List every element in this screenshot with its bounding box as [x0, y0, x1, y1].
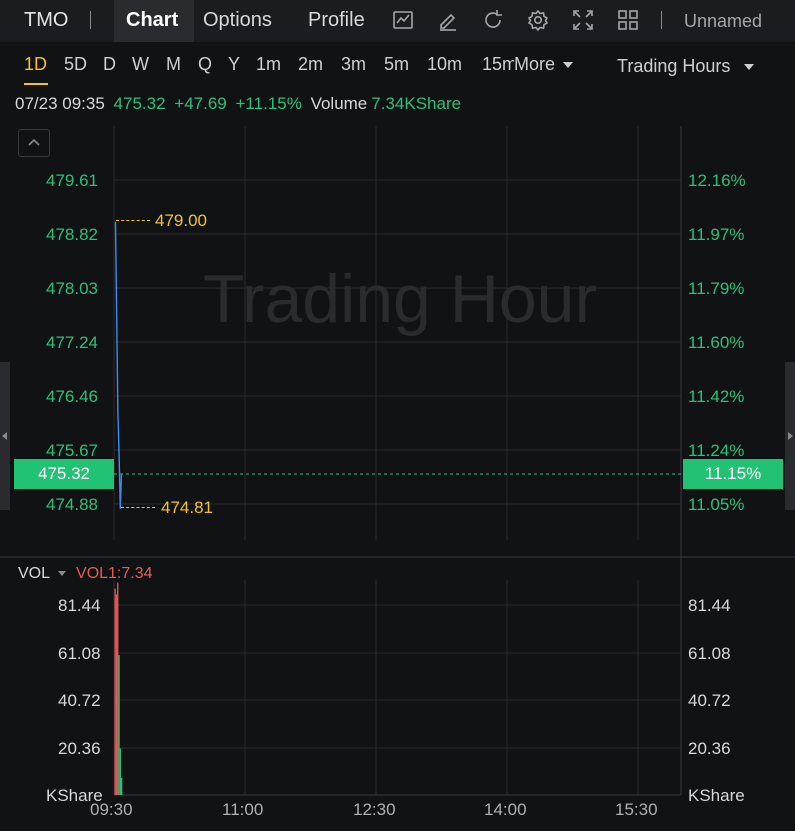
watermark: Trading Hour: [203, 261, 597, 337]
period-y[interactable]: Y: [228, 54, 240, 75]
volume-indicator-header[interactable]: VOL VOL1:7.34: [18, 565, 153, 583]
chevron-up-icon: [28, 138, 40, 146]
tab-chart[interactable]: Chart: [126, 9, 178, 32]
chevron-down-icon: [744, 64, 755, 71]
price-tick-label: 478.03: [46, 279, 98, 298]
price-tick-label: 477.24: [46, 333, 98, 352]
more-label: More: [514, 54, 556, 74]
quote-volume-label: Volume: [310, 94, 368, 113]
period-10m[interactable]: 10m: [427, 54, 462, 75]
chevron-left-icon: [2, 432, 7, 440]
layout-name-dropdown[interactable]: Unnamed: [684, 11, 774, 32]
volume-bar: [114, 588, 116, 795]
trading-hours-dropdown[interactable]: Trading Hours: [617, 56, 755, 77]
volume-indicator-name: VOL: [18, 565, 51, 582]
chevron-down-icon: [563, 62, 574, 69]
quote-price: 475.32: [113, 94, 166, 113]
pct-tick-label: 11.97%: [688, 225, 745, 244]
time-tick-label: 15:30: [615, 800, 658, 819]
period-selector: 1D 5D D W M Q Y 1m 2m 3m 5m 10m 15m More…: [0, 42, 795, 86]
tab-options[interactable]: Options: [203, 9, 272, 32]
divider: [90, 11, 91, 29]
volume-bar: [121, 777, 123, 795]
price-tick-label: 479.61: [46, 171, 98, 190]
quote-volume: 7.34KShare: [371, 94, 462, 113]
volume-tick-label: 61.08: [58, 644, 101, 663]
volume-tick-label: 81.44: [58, 596, 101, 615]
collapse-chart-button[interactable]: [18, 129, 50, 157]
symbol-label: TMO: [24, 9, 69, 31]
quote-summary: 07/23 09:35 475.32 +47.69 +11.15% Volume…: [15, 94, 465, 114]
volume-tick-label: 61.08: [688, 644, 731, 663]
period-q[interactable]: Q: [198, 54, 212, 75]
volume-bar: [118, 655, 120, 795]
active-period-underline: [24, 83, 48, 85]
current-price-tag: 475.32: [14, 459, 114, 489]
volume-tick-label: 40.72: [688, 691, 731, 710]
period-3m[interactable]: 3m: [341, 54, 366, 75]
volume-tick-label: 81.44: [688, 596, 731, 615]
volume-value: VOL1:7.34: [76, 565, 153, 582]
right-panel-toggle[interactable]: [785, 362, 795, 510]
draw-pen-icon[interactable]: [436, 8, 460, 32]
current-pct-tag: 11.15%: [683, 459, 783, 489]
volume-tick-label: 20.36: [58, 739, 101, 758]
chevron-down-icon: [58, 571, 67, 577]
time-tick-label: 14:00: [484, 800, 527, 819]
more-periods-dropdown[interactable]: More: [514, 54, 574, 75]
quote-datetime: 07/23 09:35: [15, 94, 105, 113]
quote-change: +47.69: [174, 94, 227, 113]
tab-profile[interactable]: Profile: [308, 9, 365, 32]
low-marker-label: 474.81: [161, 498, 213, 517]
price-tick-label: 475.67: [46, 441, 98, 460]
chart-grid: [0, 126, 795, 796]
volume-series: [114, 582, 123, 795]
price-line: [114, 221, 123, 509]
pct-tick-label: 11.05%: [688, 495, 745, 514]
low-marker-line: [121, 507, 155, 508]
period-w[interactable]: W: [132, 54, 149, 75]
volume-unit-label: KShare: [688, 786, 745, 805]
pct-tick-label: 11.24%: [688, 441, 745, 460]
pct-tick-label: 11.60%: [688, 333, 745, 352]
period-m[interactable]: M: [166, 54, 181, 75]
top-bar: TMO Chart Options Profile Unnamed: [0, 0, 795, 42]
price-tick-label: 478.82: [46, 225, 98, 244]
chevron-right-icon: [788, 432, 793, 440]
high-marker-label: 479.00: [155, 211, 207, 230]
left-panel-toggle[interactable]: [0, 362, 10, 510]
period-d[interactable]: D: [103, 54, 116, 75]
volume-bar: [115, 594, 118, 795]
trading-hours-label: Trading Hours: [617, 56, 731, 76]
divider: [661, 11, 662, 29]
refresh-icon[interactable]: [481, 8, 505, 32]
volume-bar: [119, 748, 121, 795]
indicator-chart-icon[interactable]: [391, 8, 415, 32]
time-tick-label: 11:00: [222, 800, 264, 819]
pct-tick-label: 12.16%: [688, 171, 746, 190]
volume-bar: [117, 582, 119, 795]
fullscreen-icon[interactable]: [571, 8, 595, 32]
settings-gear-icon[interactable]: [526, 8, 550, 32]
period-15m[interactable]: 15m: [482, 54, 514, 75]
period-5m[interactable]: 5m: [384, 54, 409, 75]
price-tick-label: 476.46: [46, 387, 98, 406]
period-1m[interactable]: 1m: [256, 54, 281, 75]
pct-tick-label: 11.79%: [688, 279, 745, 298]
time-tick-label: 09:30: [90, 800, 133, 819]
price-series: [114, 221, 123, 509]
quote-change-pct: +11.15%: [235, 94, 302, 113]
high-marker-line: [116, 220, 150, 221]
layout-grid-icon[interactable]: [616, 8, 640, 32]
period-1d[interactable]: 1D: [24, 54, 47, 75]
period-2m[interactable]: 2m: [298, 54, 323, 75]
pct-tick-label: 11.42%: [688, 387, 745, 406]
volume-tick-label: 40.72: [58, 691, 101, 710]
chart-canvas: Trading Hour: [0, 126, 795, 796]
price-tick-label: 474.88: [46, 495, 98, 514]
period-5d[interactable]: 5D: [64, 54, 87, 75]
time-tick-label: 12:30: [353, 800, 396, 819]
volume-tick-label: 20.36: [688, 739, 731, 758]
